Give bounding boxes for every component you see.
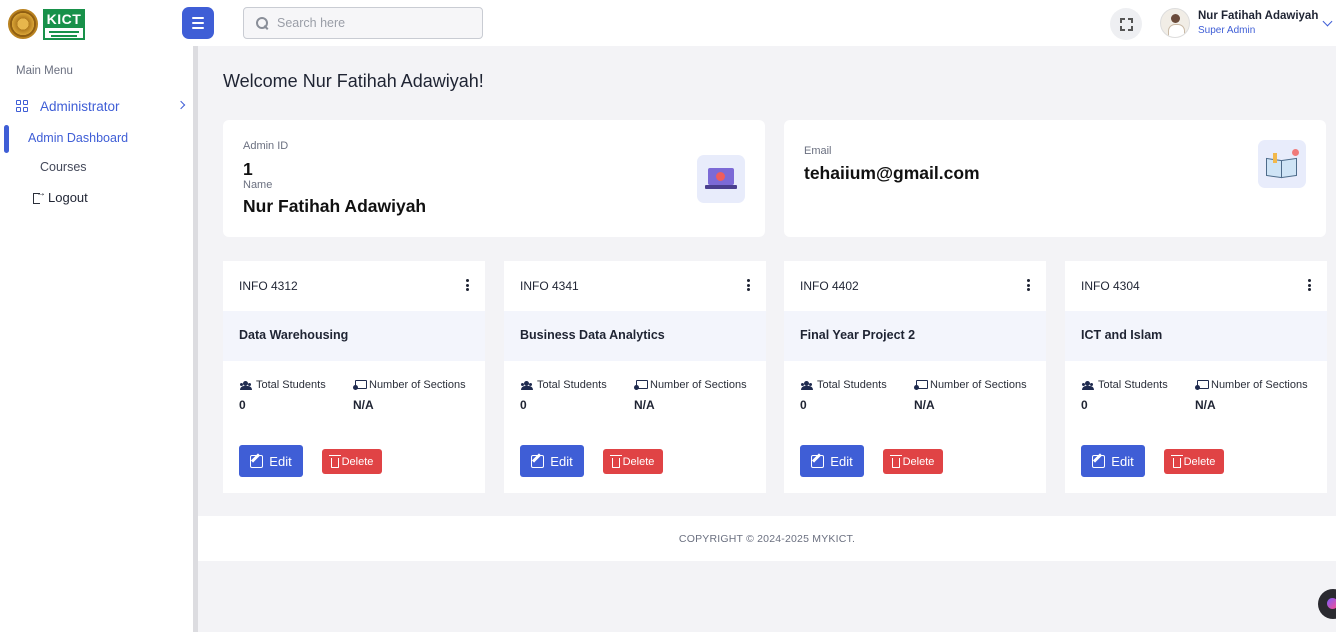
course-card: INFO 4304 ICT and Islam Total Students 0… (1065, 261, 1327, 493)
grid-icon (16, 100, 28, 112)
sections-value: N/A (1195, 398, 1216, 412)
course-card: INFO 4312 Data Warehousing Total Student… (223, 261, 485, 493)
chevron-down-icon (1322, 16, 1333, 26)
total-students-label: Total Students (537, 379, 607, 391)
edit-icon (1092, 454, 1106, 468)
course-card: INFO 4341 Business Data Analytics Total … (504, 261, 766, 493)
sections-icon (914, 380, 928, 390)
sidebar: Main Menu Administrator Admin Dashboard … (0, 46, 193, 632)
delete-button[interactable]: Delete (322, 449, 382, 474)
search-input[interactable] (277, 16, 467, 30)
user-menu[interactable]: Nur Fatihah Adawiyah Super Admin (1160, 6, 1333, 40)
sections-label: Number of Sections (1211, 379, 1308, 391)
active-indicator (4, 125, 9, 153)
name-value: Nur Fatihah Adawiyah (243, 196, 427, 216)
page-title: Welcome Nur Fatihah Adawiyah! (223, 71, 484, 91)
delete-button[interactable]: Delete (1164, 449, 1224, 474)
footer: COPYRIGHT © 2024-2025 MYKICT. (198, 516, 1336, 561)
email-value: tehaiium@gmail.com (804, 163, 980, 183)
hamburger-icon (192, 17, 204, 19)
users-icon (1081, 380, 1095, 390)
kict-logo-badge: KICT (43, 8, 85, 40)
sections-value: N/A (353, 398, 374, 412)
search-icon (256, 16, 269, 30)
more-options-icon[interactable] (1307, 279, 1311, 291)
admin-info-card: Admin ID 1 Name Nur Fatihah Adawiyah (223, 120, 765, 237)
more-options-icon[interactable] (1026, 279, 1030, 291)
total-students-label: Total Students (256, 379, 326, 391)
kict-logo[interactable]: KICT (8, 8, 88, 40)
total-students-value: 0 (1081, 398, 1088, 412)
menu-toggle-button[interactable] (182, 7, 214, 39)
edit-icon (250, 454, 264, 468)
sidebar-group-label: Administrator (40, 98, 120, 114)
users-icon (239, 380, 253, 390)
course-code: INFO 4312 (239, 279, 298, 293)
trash-icon (1170, 454, 1183, 468)
delete-button[interactable]: Delete (883, 449, 943, 474)
course-title: Business Data Analytics (520, 328, 665, 342)
laptop-video-icon (697, 155, 745, 203)
email-label: Email (804, 145, 832, 157)
name-label: Name (243, 179, 273, 191)
course-title: Final Year Project 2 (800, 328, 916, 342)
trash-icon (889, 454, 902, 468)
total-students-label: Total Students (817, 379, 887, 391)
course-code: INFO 4341 (520, 279, 579, 293)
edit-button[interactable]: Edit (239, 445, 303, 477)
email-info-card: Email tehaiium@gmail.com (784, 120, 1326, 237)
sidebar-group-administrator[interactable]: Administrator (16, 96, 188, 116)
copyright-text: COPYRIGHT © 2024-2025 MYKICT. (678, 532, 856, 545)
delete-button[interactable]: Delete (603, 449, 663, 474)
sections-label: Number of Sections (369, 379, 466, 391)
sections-icon (353, 380, 367, 390)
users-icon (520, 380, 534, 390)
sidebar-item-admin-dashboard[interactable]: Admin Dashboard (28, 131, 128, 145)
edit-button[interactable]: Edit (1081, 445, 1145, 477)
chat-widget-button[interactable] (1318, 589, 1336, 619)
total-students-value: 0 (800, 398, 807, 412)
open-book-icon (1258, 140, 1306, 188)
course-title: Data Warehousing (239, 328, 349, 342)
sections-label: Number of Sections (930, 379, 1027, 391)
sidebar-item-label: Logout (48, 190, 88, 205)
edit-button[interactable]: Edit (800, 445, 864, 477)
edit-button[interactable]: Edit (520, 445, 584, 477)
sections-icon (634, 380, 648, 390)
kict-logo-text: KICT (45, 11, 83, 28)
course-title: ICT and Islam (1081, 328, 1163, 342)
total-students-value: 0 (239, 398, 246, 412)
sections-icon (1195, 380, 1209, 390)
course-card: INFO 4402 Final Year Project 2 Total Stu… (784, 261, 1046, 493)
avatar (1160, 8, 1190, 38)
sections-value: N/A (634, 398, 655, 412)
sections-label: Number of Sections (650, 379, 747, 391)
user-role: Super Admin (1198, 24, 1256, 36)
logout-icon (33, 188, 46, 204)
chevron-right-icon (176, 100, 186, 110)
total-students-label: Total Students (1098, 379, 1168, 391)
edit-icon (811, 454, 825, 468)
fullscreen-icon (1119, 17, 1133, 31)
sidebar-item-logout[interactable]: Logout (33, 188, 88, 205)
search-box[interactable] (243, 7, 483, 39)
course-code: INFO 4304 (1081, 279, 1140, 293)
admin-id-label: Admin ID (243, 140, 289, 152)
university-seal-icon (8, 9, 38, 39)
sidebar-section-title: Main Menu (16, 65, 73, 77)
sidebar-item-courses[interactable]: Courses (40, 160, 87, 174)
more-options-icon[interactable] (746, 279, 750, 291)
sections-value: N/A (914, 398, 935, 412)
fullscreen-button[interactable] (1110, 8, 1142, 40)
admin-id-value: 1 (243, 159, 253, 179)
more-options-icon[interactable] (465, 279, 469, 291)
total-students-value: 0 (520, 398, 527, 412)
trash-icon (609, 454, 622, 468)
trash-icon (328, 454, 341, 468)
course-code: INFO 4402 (800, 279, 859, 293)
top-bar: KICT Nur Fatihah Adawiyah Super Admin (0, 0, 1336, 46)
edit-icon (531, 454, 545, 468)
users-icon (800, 380, 814, 390)
user-name: Nur Fatihah Adawiyah (1198, 9, 1319, 22)
